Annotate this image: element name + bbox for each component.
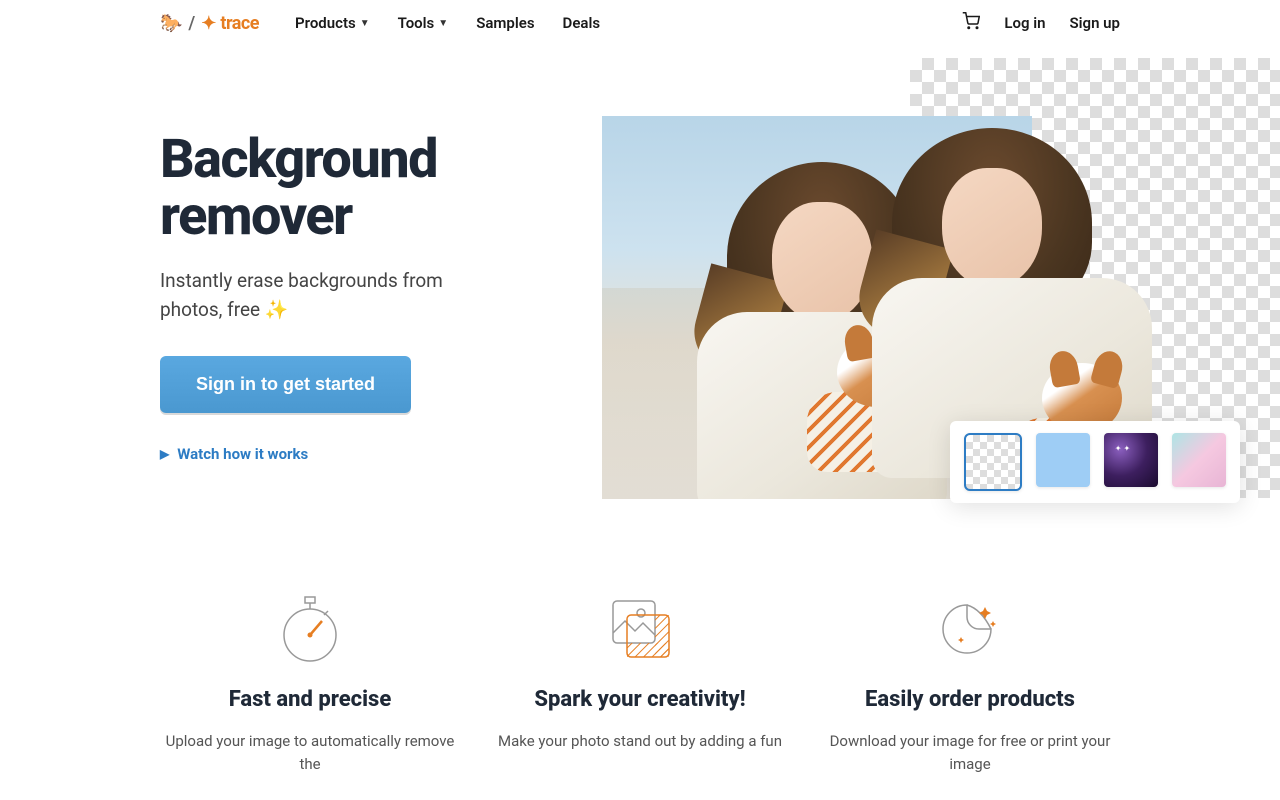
cart-icon[interactable] xyxy=(962,12,980,34)
nav-samples-label: Samples xyxy=(476,14,534,32)
play-icon: ▶ xyxy=(160,447,169,461)
nav-tools-label: Tools xyxy=(398,14,435,32)
chevron-down-icon: ▼ xyxy=(360,18,370,29)
feature-order: Easily order products Download your imag… xyxy=(820,593,1120,775)
sticker-sparkle-icon xyxy=(820,593,1120,663)
nav-products[interactable]: Products ▼ xyxy=(295,14,370,32)
bg-option-transparent[interactable] xyxy=(964,433,1022,491)
dog-subject xyxy=(807,337,927,477)
bg-option-galaxy[interactable] xyxy=(1104,433,1158,487)
nav-deals-label: Deals xyxy=(563,14,601,32)
login-link[interactable]: Log in xyxy=(1004,14,1045,32)
hero-title: Background remover xyxy=(160,132,602,245)
stopwatch-icon xyxy=(160,593,460,663)
chevron-down-icon: ▼ xyxy=(438,18,448,29)
logo-text: trace xyxy=(220,13,259,34)
bg-option-pastel[interactable] xyxy=(1172,433,1226,487)
nav-products-label: Products xyxy=(295,14,356,32)
feature-fast-title: Fast and precise xyxy=(160,687,460,712)
sparkle-icon: ✦ xyxy=(201,13,216,34)
features: Fast and precise Upload your image to au… xyxy=(160,593,1120,775)
signup-link[interactable]: Sign up xyxy=(1069,14,1120,32)
watch-how-label: Watch how it works xyxy=(177,445,308,463)
person-subject xyxy=(687,162,947,499)
feature-order-title: Easily order products xyxy=(820,687,1120,712)
hero-content: Background remover Instantly erase backg… xyxy=(160,116,602,463)
nav: Products ▼ Tools ▼ Samples Deals xyxy=(295,14,600,32)
sign-in-button[interactable]: Sign in to get started xyxy=(160,356,411,413)
feature-order-desc: Download your image for free or print yo… xyxy=(820,730,1120,775)
hero: Background remover Instantly erase backg… xyxy=(160,116,1120,463)
nav-deals[interactable]: Deals xyxy=(563,14,601,32)
header: 🐎 / ✦ trace Products ▼ Tools ▼ Samples D… xyxy=(160,0,1120,46)
feature-creativity: Spark your creativity! Make your photo s… xyxy=(490,593,790,775)
header-right: Log in Sign up xyxy=(962,12,1120,34)
feature-fast-desc: Upload your image to automatically remov… xyxy=(160,730,460,775)
feature-creativity-desc: Make your photo stand out by adding a fu… xyxy=(490,730,790,753)
header-left: 🐎 / ✦ trace Products ▼ Tools ▼ Samples D… xyxy=(160,13,600,34)
logo-separator: / xyxy=(188,13,195,34)
feature-creativity-title: Spark your creativity! xyxy=(490,687,790,712)
hero-subtitle: Instantly erase backgrounds from photos,… xyxy=(160,267,480,324)
background-picker xyxy=(950,421,1240,503)
watch-how-link[interactable]: ▶ Watch how it works xyxy=(160,445,602,463)
nav-samples[interactable]: Samples xyxy=(476,14,534,32)
logo[interactable]: 🐎 / ✦ trace xyxy=(160,13,259,34)
feature-fast: Fast and precise Upload your image to au… xyxy=(160,593,460,775)
nav-tools[interactable]: Tools ▼ xyxy=(398,14,449,32)
horse-icon: 🐎 xyxy=(160,13,182,34)
bg-option-blue[interactable] xyxy=(1036,433,1090,487)
photo-layers-icon xyxy=(490,593,790,663)
hero-image-area xyxy=(602,116,1120,463)
